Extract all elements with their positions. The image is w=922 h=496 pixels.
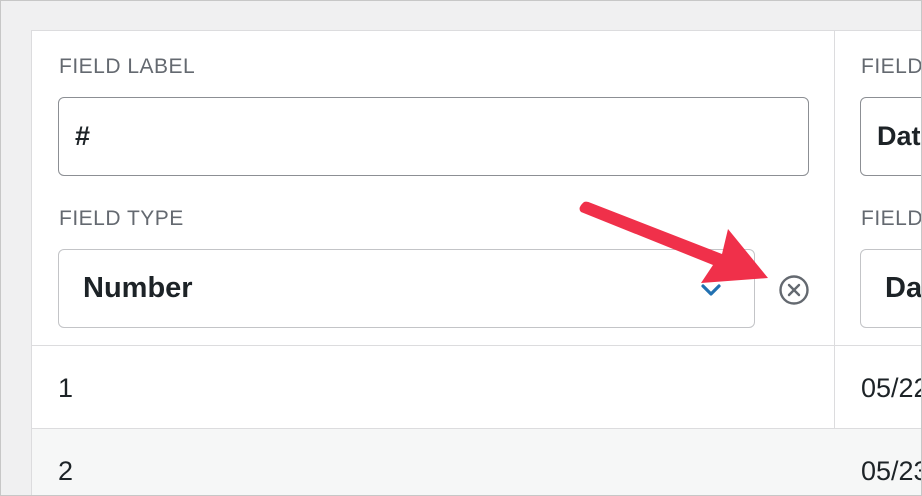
table-row: 2 05/23/2023: [32, 428, 921, 495]
field-label-input-1[interactable]: #: [58, 97, 809, 176]
field-label-heading-1: FIELD LABEL: [59, 55, 196, 78]
field-label-input-2[interactable]: Date: [860, 97, 921, 176]
table-cell[interactable]: 2: [58, 456, 73, 487]
remove-column-button[interactable]: [777, 273, 811, 307]
table-editor-card: FIELD LABEL # FIELD TYPE Number FIELD LA…: [31, 30, 922, 495]
column-divider: [834, 31, 835, 495]
field-type-heading-1: FIELD TYPE: [59, 207, 184, 230]
screenshot-frame: FIELD LABEL # FIELD TYPE Number FIELD LA…: [0, 0, 922, 496]
table-cell[interactable]: 05/23/2023: [861, 456, 921, 487]
field-type-heading-2: FIELD TYPE: [861, 207, 922, 230]
field-type-select-1[interactable]: Number: [58, 249, 755, 328]
field-label-heading-2: FIELD LABEL: [861, 55, 922, 78]
table-cell[interactable]: 1: [58, 373, 73, 404]
field-type-select-2[interactable]: Date: [860, 249, 922, 328]
field-type-selected-value-1: Number: [83, 272, 193, 304]
close-circle-icon: [779, 275, 809, 305]
header-divider: [32, 345, 921, 346]
chevron-down-icon: [701, 284, 721, 296]
field-type-selected-value-2: Date: [885, 272, 922, 304]
table-cell[interactable]: 05/22/2023: [861, 373, 921, 404]
